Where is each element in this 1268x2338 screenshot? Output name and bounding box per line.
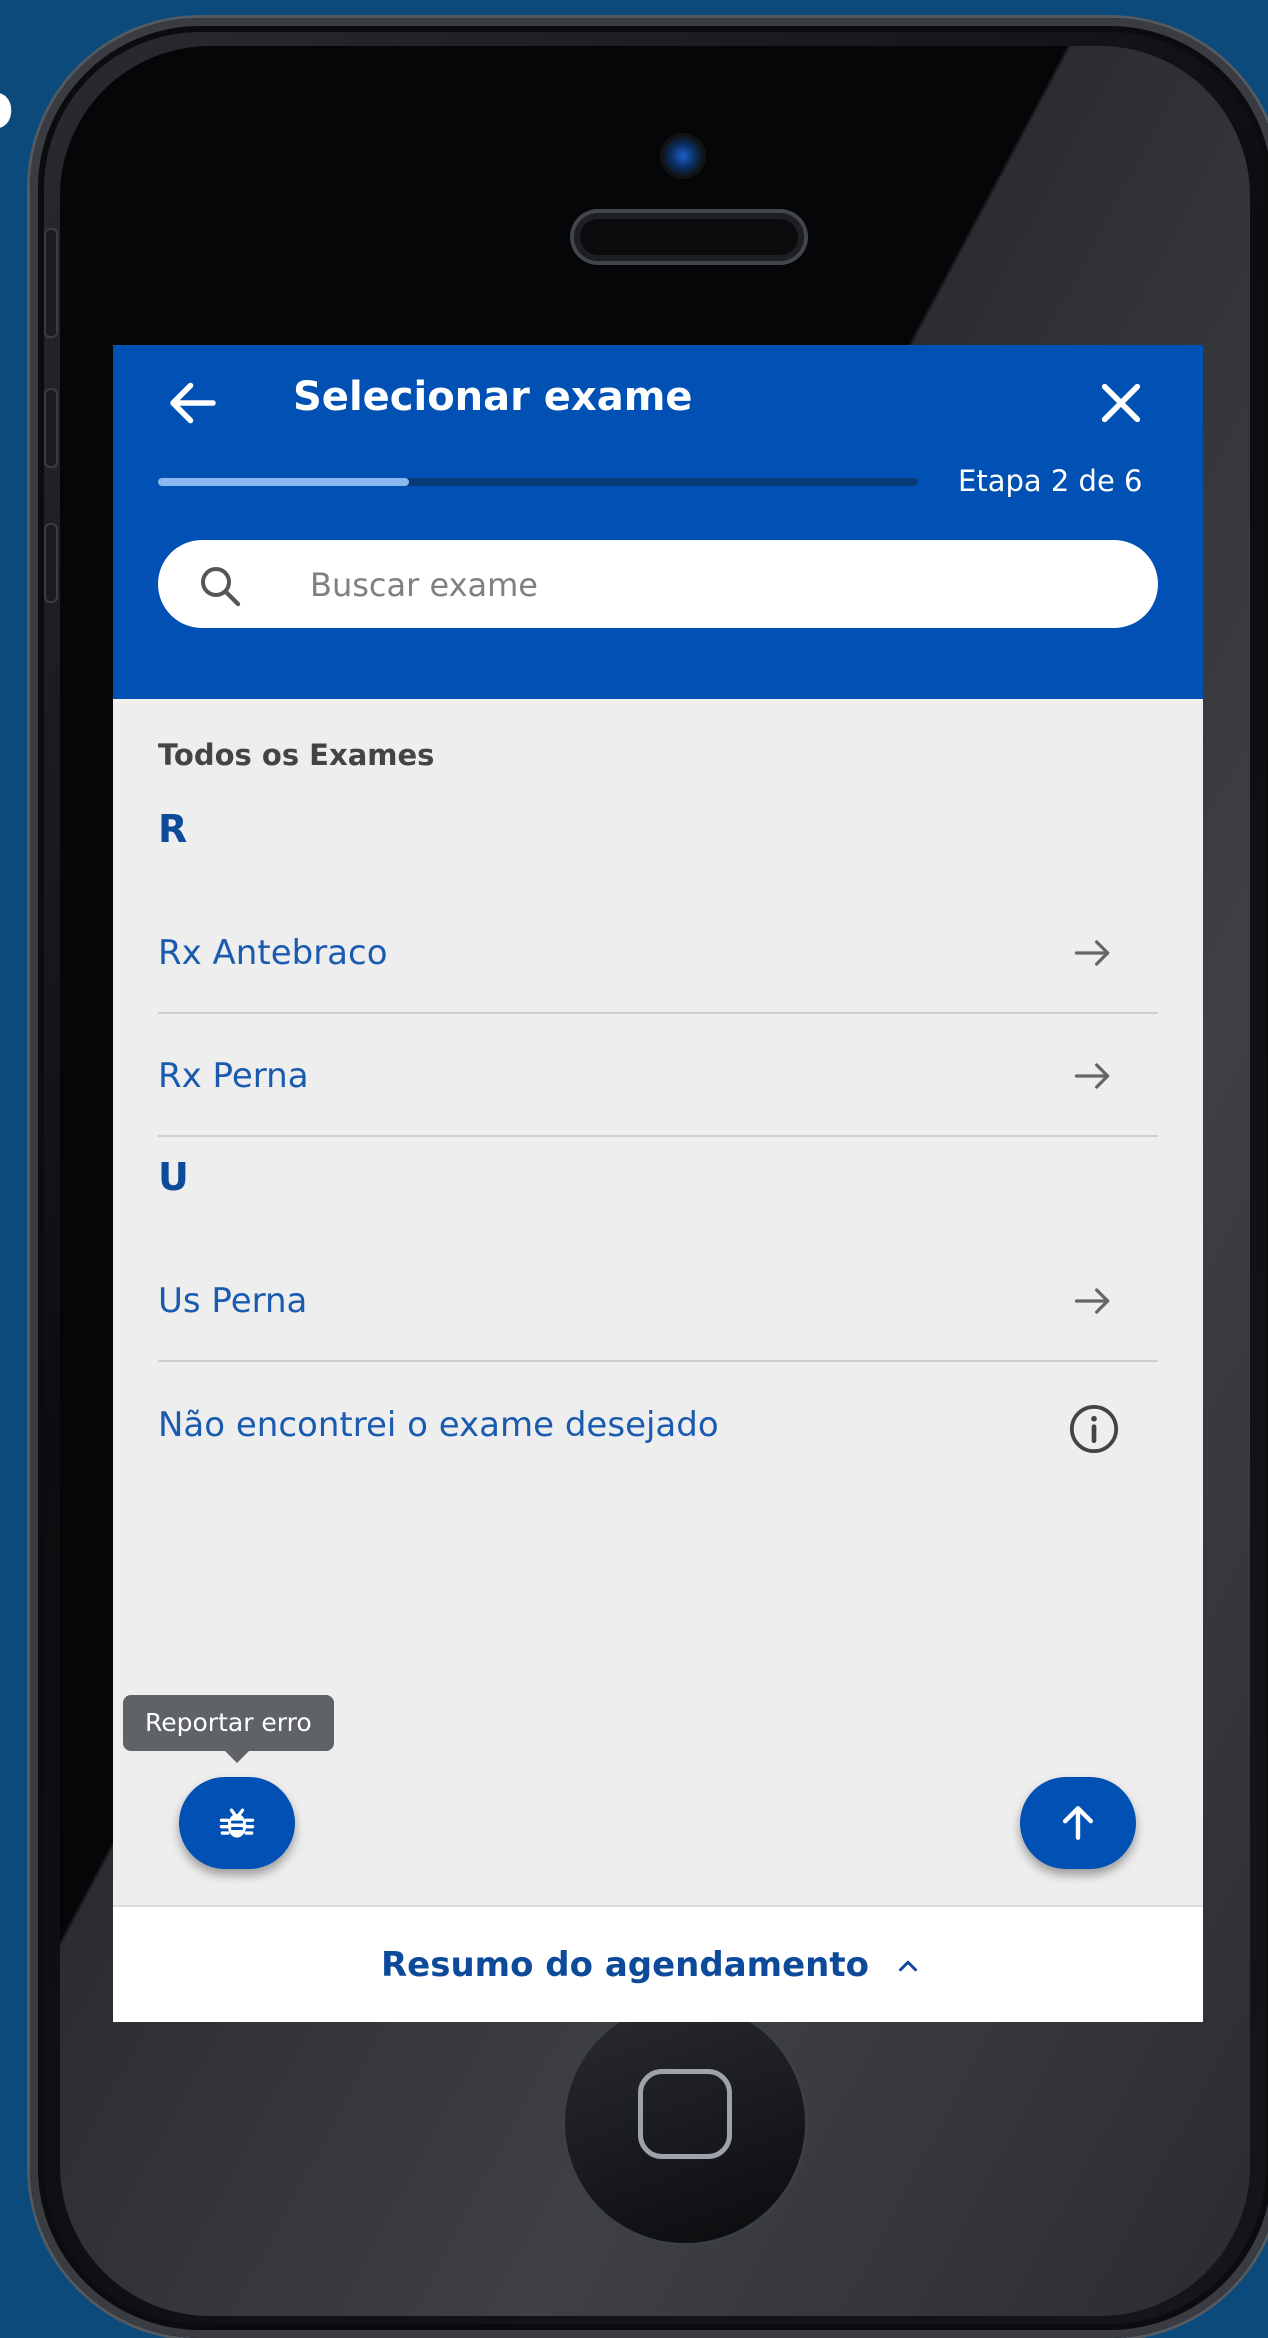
phone-home-button[interactable] xyxy=(565,2003,805,2243)
progress-fill xyxy=(158,478,409,486)
schedule-summary-bar[interactable]: Resumo do agendamento xyxy=(113,1905,1203,2022)
exam-label: Us Perna xyxy=(158,1281,308,1321)
section-heading: Todos os Exames xyxy=(158,738,435,772)
search-input[interactable] xyxy=(308,554,1112,616)
page-title: Selecionar exame xyxy=(293,374,693,420)
exam-not-found-link[interactable]: Não encontrei o exame desejado xyxy=(158,1375,1158,1475)
list-item-us-perna[interactable]: Us Perna xyxy=(158,1240,1158,1362)
scroll-to-top-button[interactable] xyxy=(1020,1777,1136,1869)
arrow-right-icon xyxy=(1068,1054,1118,1098)
close-icon[interactable] xyxy=(1093,375,1149,431)
phone-side-button xyxy=(44,228,58,338)
header: Selecionar exame Etapa 2 de 6 xyxy=(113,345,1203,699)
exam-label: Rx Perna xyxy=(158,1056,309,1096)
list-item-rx-antebraco[interactable]: Rx Antebraco xyxy=(158,892,1158,1014)
chevron-up-icon xyxy=(891,1951,925,1981)
group-letter-r: R xyxy=(158,807,188,851)
exam-label: Rx Antebraco xyxy=(158,933,388,973)
not-found-label: Não encontrei o exame desejado xyxy=(158,1405,719,1445)
report-error-tooltip: Reportar erro xyxy=(123,1695,334,1763)
arrow-right-icon xyxy=(1068,931,1118,975)
arrow-up-icon xyxy=(1062,1806,1094,1840)
list-item-rx-perna[interactable]: Rx Perna xyxy=(158,1015,1158,1137)
search-box[interactable] xyxy=(158,540,1158,628)
background-text-fragment: o xyxy=(0,70,14,144)
app-screen: Selecionar exame Etapa 2 de 6 Todos os E… xyxy=(113,345,1203,2022)
phone-camera xyxy=(660,133,706,179)
group-letter-u: U xyxy=(158,1155,189,1199)
arrow-right-icon xyxy=(1068,1279,1118,1323)
phone-volume-up-button xyxy=(44,388,58,468)
report-bug-button[interactable] xyxy=(179,1777,295,1869)
progress-bar xyxy=(158,478,918,486)
phone-speaker xyxy=(574,213,804,261)
schedule-summary-label: Resumo do agendamento xyxy=(381,1945,869,1985)
bug-icon xyxy=(219,1808,255,1838)
info-icon[interactable] xyxy=(1066,1401,1122,1457)
home-square-icon xyxy=(638,2069,732,2159)
step-indicator: Etapa 2 de 6 xyxy=(958,464,1143,498)
search-icon xyxy=(196,562,244,610)
arrow-left-icon[interactable] xyxy=(163,373,223,433)
phone-volume-down-button xyxy=(44,523,58,603)
